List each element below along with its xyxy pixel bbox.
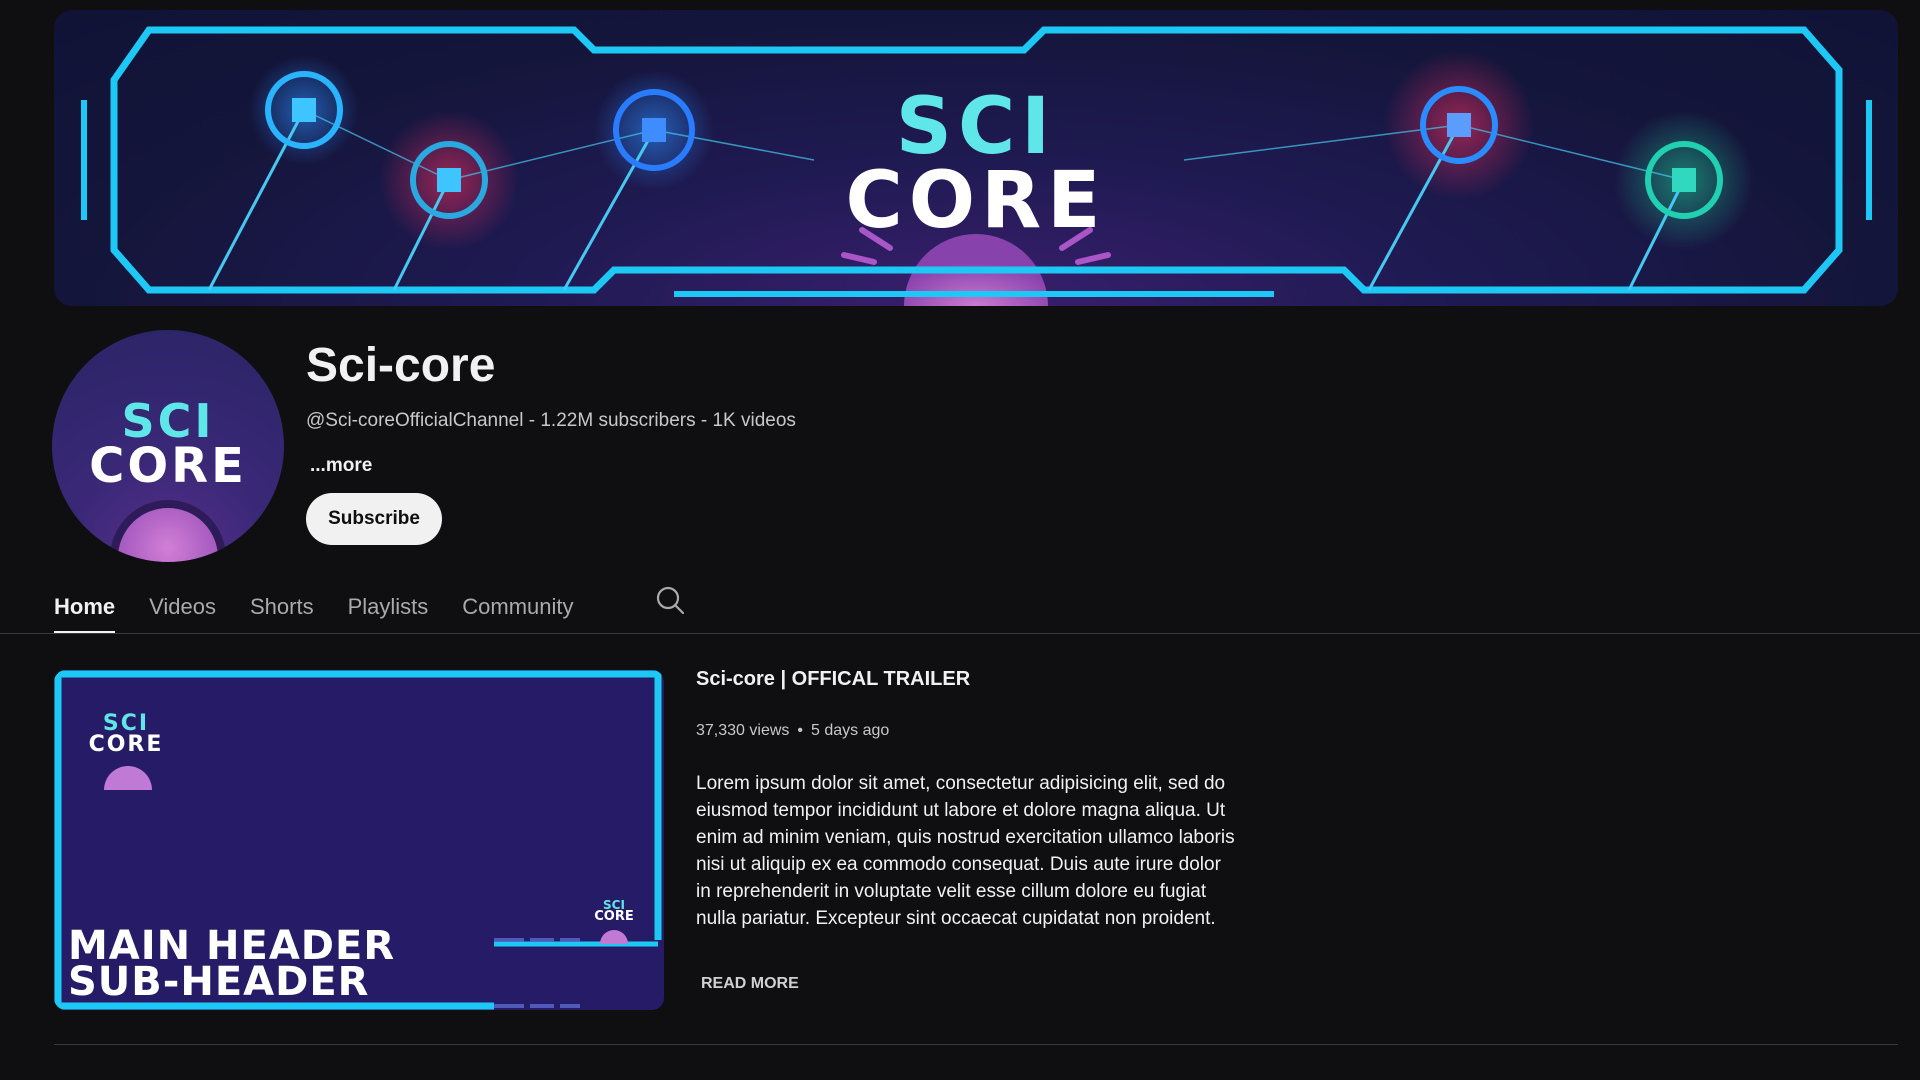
tab-shorts[interactable]: Shorts — [250, 580, 314, 634]
featured-video-title[interactable]: Sci-core | OFFICAL TRAILER — [696, 668, 970, 691]
tabs-divider — [0, 633, 1920, 634]
banner-logo-line1: SCI — [895, 82, 1057, 172]
avatar-logo-line2: CORE — [89, 437, 247, 494]
avatar-sun-art — [118, 508, 218, 562]
thumbnail-logo-line2: CORE — [88, 731, 164, 757]
featured-video-description: Lorem ipsum dolor sit amet, consectetur … — [696, 773, 1235, 929]
search-icon[interactable] — [654, 584, 686, 616]
channel-tabs: Home Videos Shorts Playlists Community — [54, 580, 608, 634]
tab-videos[interactable]: Videos — [149, 580, 216, 634]
featured-video-meta: 37,330 views • 5 days ago — [696, 722, 889, 740]
channel-name: Sci-core — [306, 339, 496, 392]
thumbnail-logo-small-line2: CORE — [594, 909, 634, 925]
thumbnail-logo: SCI CORE — [76, 713, 176, 757]
section-divider — [54, 1044, 1898, 1045]
meta-separator: • — [797, 722, 803, 739]
channel-avatar[interactable]: SCI CORE — [52, 330, 284, 562]
banner-logo: SCI CORE — [54, 82, 1898, 247]
thumbnail-sub-header: SUB-HEADER — [68, 959, 370, 1005]
tab-community[interactable]: Community — [462, 580, 573, 634]
tab-home[interactable]: Home — [54, 580, 116, 634]
upload-age: 5 days ago — [811, 722, 890, 739]
channel-banner: SCI CORE — [54, 10, 1898, 306]
read-more-link[interactable]: READ MORE — [701, 975, 799, 993]
featured-video-thumbnail[interactable]: SCI CORE SCI CORE MAIN HEADER SUB-HEADER — [54, 670, 664, 1010]
banner-logo-line2: CORE — [845, 156, 1107, 247]
avatar-logo: SCI CORE — [52, 398, 284, 494]
thumbnail-logo-small: SCI CORE — [584, 899, 644, 925]
channel-page: SCI CORE SCI CORE Sci-core @Sci-coreOffi… — [0, 0, 1920, 1080]
tab-playlists[interactable]: Playlists — [348, 580, 429, 634]
subscribe-button[interactable]: Subscribe — [306, 493, 442, 545]
channel-more-link[interactable]: ...more — [310, 455, 372, 477]
view-count: 37,330 views — [696, 722, 790, 739]
channel-meta: @Sci-coreOfficialChannel - 1.22M subscri… — [306, 410, 796, 431]
